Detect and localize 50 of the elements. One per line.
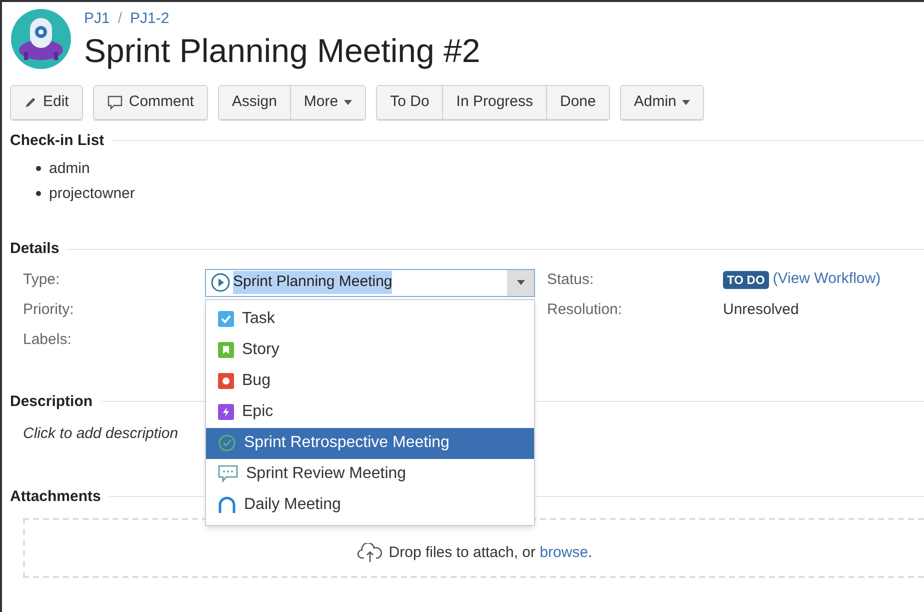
speech-bubble-icon	[106, 94, 123, 110]
lightning-icon	[218, 404, 234, 420]
checkin-item: admin	[36, 156, 924, 181]
chat-icon	[218, 465, 238, 483]
bookmark-icon	[218, 342, 234, 358]
browse-link[interactable]: browse	[540, 544, 588, 561]
toolbar-button[interactable]: Done	[546, 86, 609, 118]
caret-icon	[682, 100, 690, 104]
check-circle-icon	[218, 434, 236, 452]
field-label: Resolution:	[547, 300, 624, 320]
type-option[interactable]: Epic	[206, 396, 534, 428]
breadcrumb-link[interactable]: PJ1-2	[130, 8, 170, 30]
type-select[interactable]: Sprint Planning Meeting	[205, 268, 535, 296]
toolbar-button[interactable]: Comment	[94, 86, 207, 118]
type-option[interactable]: Sprint Review Meeting	[206, 458, 534, 490]
drop-zone[interactable]: Drop files to attach, or browse.	[23, 518, 924, 578]
type-option[interactable]: Sprint Retrospective Meeting	[206, 428, 534, 458]
bug-square-icon	[218, 373, 234, 389]
cloud-upload-icon	[356, 543, 383, 563]
status-badge: TO DO	[723, 270, 769, 288]
description-field[interactable]: Click to add description	[23, 423, 178, 446]
checkbox-icon	[218, 311, 234, 327]
breadcrumb-link[interactable]: PJ1	[84, 8, 110, 30]
toolbar-button[interactable]: Edit	[11, 86, 82, 118]
pencil-icon	[24, 96, 37, 108]
section-heading: Attachments	[10, 486, 101, 506]
section-heading: Check-in List	[10, 130, 104, 150]
toolbar-button[interactable]: More	[290, 86, 366, 118]
project-avatar-icon	[10, 8, 72, 70]
type-option[interactable]: Task	[206, 304, 534, 334]
arch-icon	[218, 496, 236, 514]
section-heading: Details	[10, 239, 60, 259]
field-label: Labels:	[23, 330, 72, 350]
type-option[interactable]: Daily Meeting	[206, 490, 534, 520]
section-heading: Description	[10, 392, 93, 412]
field-label: Status:	[547, 270, 595, 290]
type-option[interactable]: Bug	[206, 366, 534, 396]
toolbar-button[interactable]: Admin	[620, 86, 704, 118]
caret-icon	[344, 100, 352, 104]
checkin-item: projectowner	[36, 181, 924, 206]
breadcrumb-separator: /	[116, 9, 124, 29]
issue-title: Sprint Planning Meeting #2	[84, 30, 480, 70]
field-label: Type:	[23, 270, 61, 290]
view-workflow-link[interactable]: (View Workflow)	[772, 268, 881, 291]
field-label: Priority:	[23, 300, 75, 320]
play-circle-icon	[211, 273, 230, 292]
drop-instruction: Drop files to attach, or browse.	[388, 542, 592, 563]
type-option[interactable]: Story	[206, 334, 534, 366]
resolution-value: Unresolved	[723, 300, 800, 320]
caret-icon	[516, 280, 524, 285]
